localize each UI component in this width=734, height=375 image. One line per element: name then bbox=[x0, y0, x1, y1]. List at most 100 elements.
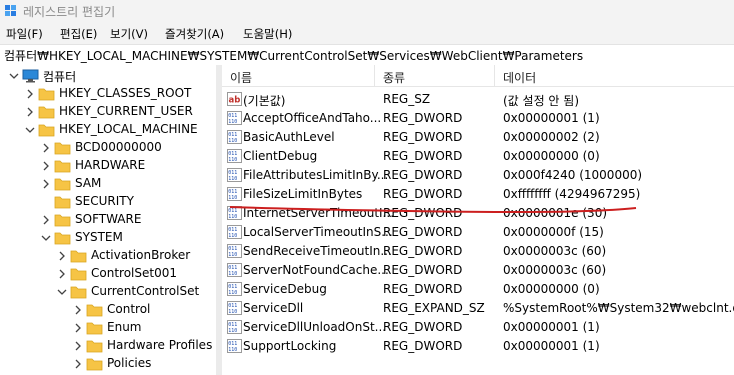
column-header-name[interactable]: 이름 bbox=[230, 69, 252, 86]
svg-text:110: 110 bbox=[228, 271, 237, 277]
value-row[interactable]: 011 110 ServiceDll REG_EXPAND_SZ %SystemRoot… bbox=[222, 299, 734, 318]
value-data: %SystemRoot%₩System32₩webclnt.dll bbox=[503, 301, 734, 315]
chevron-right-icon[interactable] bbox=[72, 358, 84, 370]
chevron-down-icon[interactable] bbox=[40, 232, 52, 244]
tree-item[interactable]: Control bbox=[0, 301, 216, 319]
chevron-right-icon[interactable] bbox=[72, 322, 84, 334]
binary-value-icon: 011110 bbox=[227, 244, 242, 258]
tree-item[interactable]: ActivationBroker bbox=[0, 247, 216, 265]
value-row[interactable]: 011 110 ServerNotFoundCache... REG_DWORD 0x0… bbox=[222, 261, 734, 280]
svg-text:ab: ab bbox=[229, 96, 241, 106]
tree-item-label: HARDWARE bbox=[75, 158, 146, 172]
tree-item[interactable]: SAM bbox=[0, 175, 216, 193]
value-name: LocalServerTimeoutInS... bbox=[243, 225, 393, 239]
tree-item[interactable]: HKEY_CLASSES_ROOT bbox=[0, 85, 216, 103]
value-type: REG_DWORD bbox=[383, 339, 463, 353]
menu-view[interactable]: 보기(V) bbox=[110, 26, 148, 42]
value-list[interactable]: 이름 종류 데이터 ab (기본값) REG_SZ (값 설정 안 됨) 011 110 A… bbox=[222, 65, 734, 375]
value-data: 0x00000001 (1) bbox=[503, 111, 600, 125]
column-divider[interactable] bbox=[494, 65, 495, 86]
tree-item[interactable]: SECURITY bbox=[0, 193, 216, 211]
tree-item[interactable]: CurrentControlSet bbox=[0, 283, 216, 301]
value-row[interactable]: 011 110 AcceptOfficeAndTaho... REG_DWORD 0x0… bbox=[222, 109, 734, 128]
value-row[interactable]: ab (기본값) REG_SZ (값 설정 안 됨) bbox=[222, 90, 734, 109]
folder-icon bbox=[70, 268, 87, 281]
value-row[interactable]: 011 110 SendReceiveTimeoutIn... REG_DWORD 0x… bbox=[222, 242, 734, 261]
column-divider[interactable] bbox=[374, 65, 375, 86]
menu-edit[interactable]: 편집(E) bbox=[60, 26, 97, 42]
value-row[interactable]: 011 110 LocalServerTimeoutInS... REG_DWORD 0… bbox=[222, 223, 734, 242]
value-type: REG_DWORD bbox=[383, 282, 463, 296]
tree-item[interactable]: Hardware Profiles bbox=[0, 337, 216, 355]
chevron-right-icon[interactable] bbox=[40, 214, 52, 226]
tree-item-label: CurrentControlSet bbox=[91, 284, 200, 298]
chevron-right-icon[interactable] bbox=[40, 178, 52, 190]
svg-text:110: 110 bbox=[228, 309, 237, 315]
value-row[interactable]: 011 110 ClientDebug REG_DWORD 0x00000000 (0) bbox=[222, 147, 734, 166]
value-name: BasicAuthLevel bbox=[243, 130, 335, 144]
address-path[interactable]: 컴퓨터₩HKEY_LOCAL_MACHINE₩SYSTEM₩CurrentCon… bbox=[4, 47, 583, 64]
folder-icon bbox=[54, 196, 71, 209]
folder-icon bbox=[86, 304, 103, 317]
tree-item[interactable]: Policies bbox=[0, 355, 216, 373]
svg-text:110: 110 bbox=[228, 233, 237, 239]
value-row[interactable]: 011 110 FileAttributesLimitInBy... REG_DWOR… bbox=[222, 166, 734, 185]
chevron-right-icon[interactable] bbox=[72, 340, 84, 352]
value-row[interactable]: 011 110 BasicAuthLevel REG_DWORD 0x00000002 … bbox=[222, 128, 734, 147]
chevron-right-icon[interactable] bbox=[56, 268, 68, 280]
svg-text:110: 110 bbox=[228, 176, 237, 182]
value-data: 0x0000003c (60) bbox=[503, 244, 607, 258]
svg-text:110: 110 bbox=[228, 157, 237, 163]
tree-item-label: Hardware Profiles bbox=[107, 338, 213, 352]
title-bar: 레지스트리 편집기 bbox=[0, 0, 734, 22]
tree-item-label: HKEY_CURRENT_USER bbox=[59, 104, 193, 118]
menu-help[interactable]: 도움말(H) bbox=[243, 26, 292, 42]
menu-favorites[interactable]: 즐겨찾기(A) bbox=[165, 26, 224, 42]
folder-icon bbox=[54, 142, 71, 155]
tree-item[interactable]: ControlSet001 bbox=[0, 265, 216, 283]
column-header-type[interactable]: 종류 bbox=[383, 69, 405, 86]
column-header-data[interactable]: 데이터 bbox=[503, 69, 536, 86]
chevron-right-icon[interactable] bbox=[72, 304, 84, 316]
folder-icon bbox=[54, 214, 71, 227]
folder-icon bbox=[70, 250, 87, 263]
tree-item[interactable]: BCD00000000 bbox=[0, 139, 216, 157]
chevron-down-icon[interactable] bbox=[8, 70, 20, 82]
binary-value-icon: 011110 bbox=[227, 320, 242, 334]
value-row[interactable]: 011 110 SupportLocking REG_DWORD 0x00000001 … bbox=[222, 337, 734, 356]
value-data: 0x000f4240 (1000000) bbox=[503, 168, 643, 182]
tree-item-label: SECURITY bbox=[75, 194, 134, 208]
tree-item[interactable]: SOFTWARE bbox=[0, 211, 216, 229]
string-value-icon: ab bbox=[227, 92, 242, 106]
address-bar[interactable]: 컴퓨터₩HKEY_LOCAL_MACHINE₩SYSTEM₩CurrentCon… bbox=[0, 44, 734, 66]
binary-value-icon: 011110 bbox=[227, 111, 242, 125]
tree-item[interactable]: Enum bbox=[0, 319, 216, 337]
svg-text:110: 110 bbox=[228, 119, 237, 125]
chevron-right-icon[interactable] bbox=[24, 106, 36, 118]
value-name: SendReceiveTimeoutIn... bbox=[243, 244, 392, 258]
menu-file[interactable]: 파일(F) bbox=[6, 26, 43, 42]
tree-item[interactable]: HARDWARE bbox=[0, 157, 216, 175]
tree-item-label: HKEY_LOCAL_MACHINE bbox=[59, 122, 198, 136]
folder-icon bbox=[38, 106, 55, 119]
tree-item[interactable]: HKEY_LOCAL_MACHINE bbox=[0, 121, 216, 139]
value-data: (값 설정 안 됨) bbox=[503, 94, 580, 108]
value-data: 0x00000001 (1) bbox=[503, 320, 600, 334]
value-row[interactable]: 011 110 ServiceDllUnloadOnSt... REG_DWORD 0x… bbox=[222, 318, 734, 337]
value-row[interactable]: 011 110 ServiceDebug REG_DWORD 0x00000000 (0… bbox=[222, 280, 734, 299]
chevron-right-icon[interactable] bbox=[24, 88, 36, 100]
tree-item[interactable]: SYSTEM bbox=[0, 229, 216, 247]
folder-icon bbox=[38, 124, 55, 137]
tree-item-label: Policies bbox=[107, 356, 152, 370]
tree-item[interactable]: 컴퓨터 bbox=[0, 67, 216, 85]
chevron-right-icon[interactable] bbox=[40, 160, 52, 172]
tree-item[interactable]: HKEY_CURRENT_USER bbox=[0, 103, 216, 121]
key-tree[interactable]: 컴퓨터 HKEY_CLASSES_ROOT HKEY_CURRENT_USER HKE… bbox=[0, 65, 216, 375]
chevron-right-icon[interactable] bbox=[56, 250, 68, 262]
chevron-right-icon[interactable] bbox=[40, 142, 52, 154]
chevron-down-icon[interactable] bbox=[24, 124, 36, 136]
value-data: 0x0000003c (60) bbox=[503, 263, 607, 277]
value-type: REG_DWORD bbox=[383, 187, 463, 201]
tree-item-label: Control bbox=[107, 302, 151, 316]
chevron-down-icon[interactable] bbox=[56, 286, 68, 298]
